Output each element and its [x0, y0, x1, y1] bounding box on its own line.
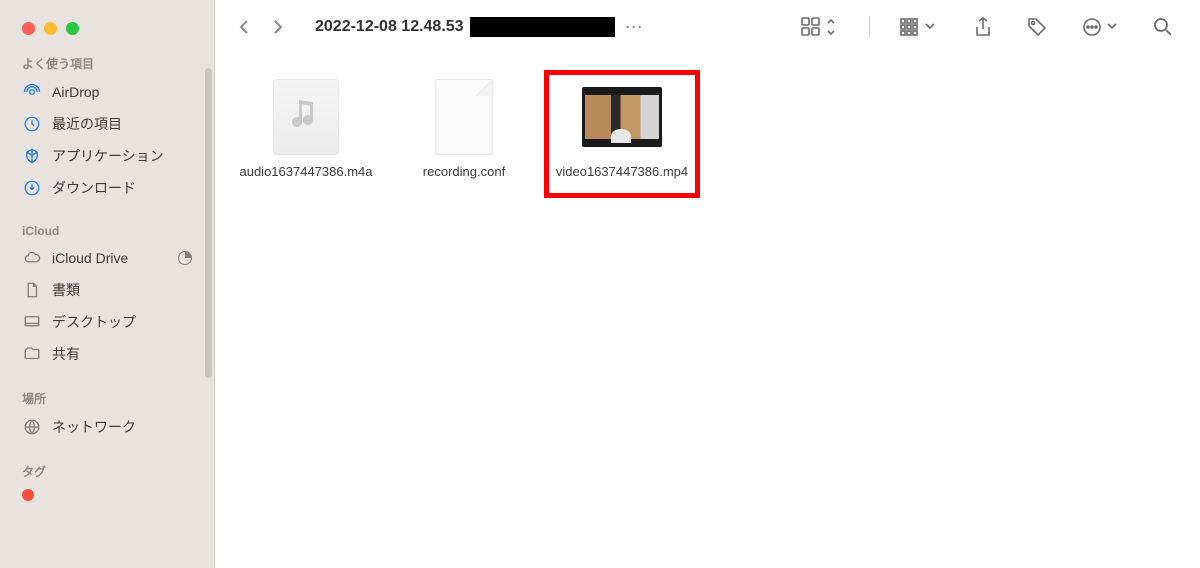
traffic-lights [0, 0, 214, 35]
action-menu-button[interactable] [1078, 16, 1122, 38]
sidebar-section-locations: 場所 ネットワーク [0, 370, 214, 443]
sidebar-item-recent[interactable]: 最近の項目 [0, 108, 214, 140]
window-title: 2022-12-08 12.48.53 [315, 18, 464, 36]
file-item-video[interactable]: video1637447386.mp4 [547, 73, 697, 195]
main-area: 2022-12-08 12.48.53 ⋯ [215, 0, 1200, 568]
desktop-icon [22, 312, 42, 332]
file-thumbnail [266, 79, 346, 155]
file-name: video1637447386.mp4 [556, 163, 688, 181]
minimize-button[interactable] [44, 22, 57, 35]
sidebar-item-desktop[interactable]: デスクトップ [0, 306, 214, 338]
apps-icon [22, 146, 42, 166]
tag-button[interactable] [1024, 16, 1050, 38]
sidebar-item-label: 最近の項目 [52, 114, 122, 134]
title-more-button[interactable]: ⋯ [625, 17, 643, 38]
document-icon [22, 280, 42, 300]
view-icons-button[interactable] [797, 16, 841, 38]
sidebar-item-network[interactable]: ネットワーク [0, 411, 214, 443]
sidebar-item-airdrop[interactable]: AirDrop [0, 76, 214, 108]
file-item-conf[interactable]: recording.conf [389, 73, 539, 187]
file-grid: audio1637447386.m4a recording.conf video… [215, 55, 1200, 568]
sidebar-item-label: 共有 [52, 344, 80, 364]
toolbar-divider [869, 16, 870, 38]
section-title-tags: タグ [0, 457, 214, 484]
file-name: recording.conf [423, 163, 505, 181]
cloud-icon [22, 248, 42, 268]
close-button[interactable] [22, 22, 35, 35]
scrollbar[interactable] [205, 68, 212, 378]
audio-file-icon [273, 79, 339, 155]
sidebar-item-label: ダウンロード [52, 178, 136, 198]
shared-folder-icon [22, 344, 42, 364]
file-thumbnail [582, 79, 662, 155]
sidebar-item-label: アプリケーション [52, 146, 164, 166]
sidebar-item-shared[interactable]: 共有 [0, 338, 214, 370]
sidebar-item-label: AirDrop [52, 84, 99, 100]
config-file-icon [435, 79, 493, 155]
sidebar: よく使う項目 AirDrop 最近の項目 アプリケーション ダウンロード [0, 0, 215, 568]
download-icon [22, 178, 42, 198]
toolbar: 2022-12-08 12.48.53 ⋯ [215, 0, 1200, 55]
sidebar-item-downloads[interactable]: ダウンロード [0, 172, 214, 204]
sidebar-item-label: iCloud Drive [52, 250, 128, 266]
sidebar-section-favorites: よく使う項目 AirDrop 最近の項目 アプリケーション ダウンロード [0, 35, 214, 204]
airdrop-icon [22, 82, 42, 102]
file-name: audio1637447386.m4a [239, 163, 372, 181]
sidebar-item-documents[interactable]: 書類 [0, 274, 214, 306]
sidebar-item-applications[interactable]: アプリケーション [0, 140, 214, 172]
section-title-favorites: よく使う項目 [0, 49, 214, 76]
sidebar-item-label: 書類 [52, 280, 80, 300]
file-item-audio[interactable]: audio1637447386.m4a [231, 73, 381, 187]
search-button[interactable] [1150, 16, 1176, 38]
sidebar-section-icloud: iCloud iCloud Drive 書類 デスクトップ 共有 [0, 204, 214, 370]
title-area: 2022-12-08 12.48.53 ⋯ [315, 17, 643, 38]
redacted-title-portion [470, 17, 615, 37]
section-title-locations: 場所 [0, 384, 214, 411]
video-file-icon [582, 87, 662, 147]
nav-arrows [239, 19, 283, 35]
file-thumbnail [424, 79, 504, 155]
section-title-icloud: iCloud [0, 218, 214, 242]
sidebar-item-label: デスクトップ [52, 312, 136, 332]
sidebar-item-label: ネットワーク [52, 417, 136, 437]
clock-icon [22, 114, 42, 134]
maximize-button[interactable] [66, 22, 79, 35]
forward-button[interactable] [273, 19, 283, 35]
toolbar-right [797, 16, 1176, 38]
storage-indicator-icon [178, 251, 192, 265]
group-by-button[interactable] [898, 16, 942, 38]
network-icon [22, 417, 42, 437]
back-button[interactable] [239, 19, 249, 35]
sidebar-item-icloud-drive[interactable]: iCloud Drive [0, 242, 214, 274]
tag-item[interactable] [0, 484, 214, 506]
sidebar-section-tags: タグ [0, 443, 214, 512]
share-button[interactable] [970, 16, 996, 38]
tag-dot-red [22, 489, 34, 501]
